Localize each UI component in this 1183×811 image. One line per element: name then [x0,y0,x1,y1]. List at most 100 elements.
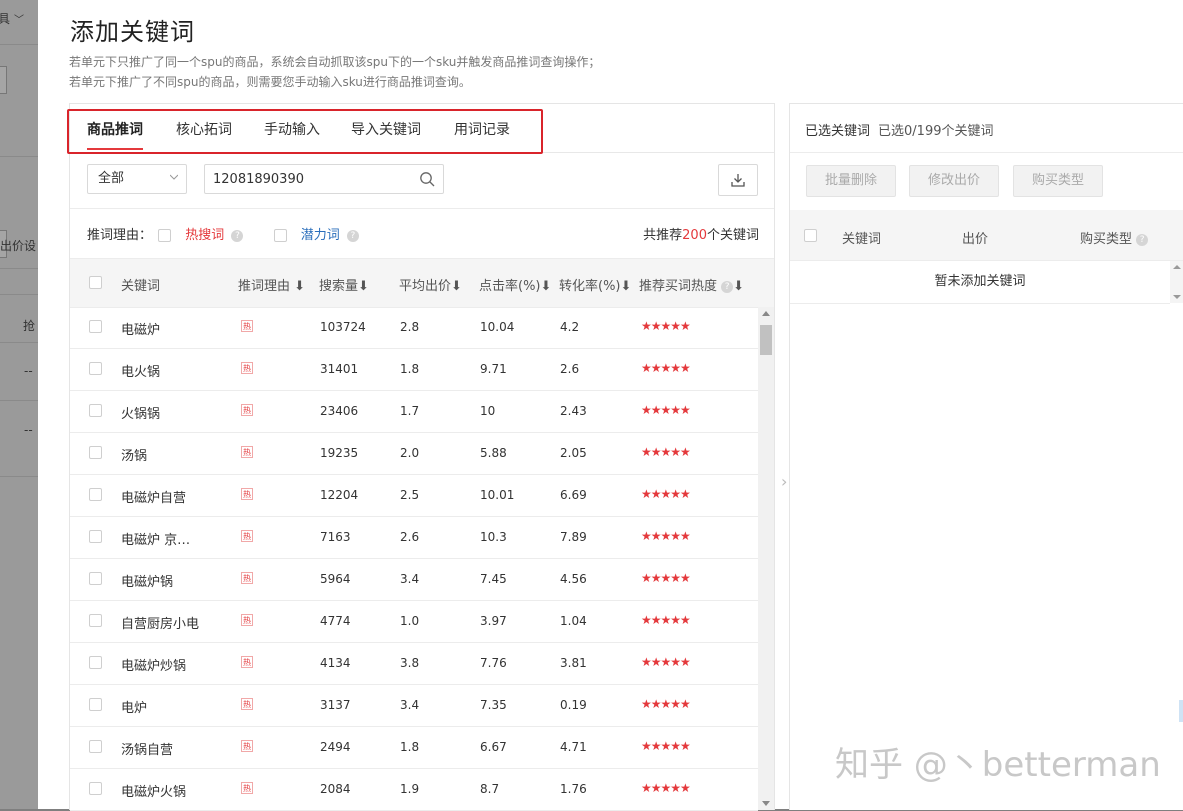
help-icon[interactable]: ? [231,229,244,242]
row-checkbox[interactable] [89,404,102,417]
scrollbar-thumb[interactable] [760,325,772,355]
tab-import-keywords[interactable]: 导入关键词 [351,119,421,139]
col-price-sortable[interactable]: 平均出价⬇ [399,275,462,294]
row-checkbox[interactable] [89,740,102,753]
table-scrollbar[interactable] [758,307,774,810]
row-checkbox[interactable] [89,572,102,585]
reason-label: 推词理由： [87,228,153,243]
row-ctr: 7.45 [480,572,507,586]
help-icon[interactable]: ? [346,229,359,242]
chevron-right-icon[interactable]: › [781,472,787,491]
table-row[interactable]: 自营厨房小电 热 4774 1.0 3.97 1.04 ★★★★★ [70,601,758,643]
selected-title: 已选关键词 [805,124,871,139]
side-float-tab[interactable] [1179,700,1183,722]
selected-count: 已选0/199个关键词 [878,124,994,139]
tab-manual-input[interactable]: 手动输入 [264,119,320,139]
row-checkbox[interactable] [89,656,102,669]
row-checkbox[interactable] [89,530,102,543]
recommend-count: 共推荐200个关键词 [643,224,759,243]
help-icon[interactable]: ? [1136,233,1149,246]
row-cvr: 3.81 [560,656,587,670]
row-checkbox[interactable] [89,320,102,333]
divider [70,208,774,209]
help-icon[interactable]: ? [721,280,734,293]
watermark: 知乎 @丶betterman [835,745,1161,785]
row-search-volume: 103724 [320,320,366,334]
col-search-sortable[interactable]: 搜索量⬇ [319,275,369,294]
col-heat-sortable[interactable]: 推荐买词热度 ? ⬇ [639,275,744,294]
category-select[interactable]: 全部 [87,164,187,194]
batch-delete-button[interactable]: 批量删除 [806,165,896,197]
col-cvr-sortable[interactable]: 转化率(%)⬇ [559,275,631,294]
scroll-down-icon[interactable] [762,801,770,806]
sku-search-input[interactable] [213,165,413,193]
category-select-value: 全部 [98,171,125,186]
col-selected-keyword: 关键词 [842,232,882,247]
table-row[interactable]: 电火锅 热 31401 1.8 9.71 2.6 ★★★★★ [70,349,758,391]
col-reason-label: 推词理由 [238,279,291,294]
hot-badge: 热 [241,740,253,752]
row-ctr: 10.01 [480,488,515,502]
tab-core-expand[interactable]: 核心拓词 [176,119,232,139]
heat-stars: ★★★★★ [641,613,691,627]
table-row[interactable]: 电炉 热 3137 3.4 7.35 0.19 ★★★★★ [70,685,758,727]
row-checkbox[interactable] [89,488,102,501]
row-keyword: 电磁炉火锅 [121,785,187,800]
col-ctr-sortable[interactable]: 点击率(%)⬇ [479,275,551,294]
row-keyword: 汤锅 [121,449,148,464]
hot-badge: 热 [241,446,253,458]
row-search-volume: 31401 [320,362,359,376]
table-row[interactable]: 电磁炉炒锅 热 4134 3.8 7.76 3.81 ★★★★★ [70,643,758,685]
heat-stars: ★★★★★ [641,445,691,459]
selected-panel: 已选关键词 已选0/199个关键词 批量删除 修改出价 购买类型 关键词 出价 购… [789,103,1183,810]
search-icon[interactable] [419,171,435,187]
col-price-label: 平均出价 [399,279,452,294]
table-row[interactable]: 电磁炉火锅 热 2084 1.9 8.7 1.76 ★★★★★ [70,769,758,811]
hot-badge: 热 [241,572,253,584]
table-row[interactable]: 电磁炉自营 热 12204 2.5 10.01 6.69 ★★★★★ [70,475,758,517]
potential-checkbox[interactable] [273,229,287,242]
col-keyword: 关键词 [121,279,161,294]
row-ctr: 7.76 [480,656,507,670]
table-row[interactable]: 汤锅 热 19235 2.0 5.88 2.05 ★★★★★ [70,433,758,475]
sort-down-icon: ⬇ [451,279,462,294]
heat-stars: ★★★★★ [641,487,691,501]
row-checkbox[interactable] [89,614,102,627]
tab-product-recommend[interactable]: 商品推词 [87,119,143,150]
keyword-table-body: 电磁炉热 103724 2.8 10.04 4.2 ★★★★★ 电火锅热 31401 1.8 9.… [70,307,758,811]
row-avg-bid: 1.9 [400,782,420,796]
col-reason-sortable[interactable]: 推词理由 ⬇ [238,275,305,294]
download-button[interactable] [718,164,758,196]
heat-stars: ★★★★★ [641,403,691,417]
table-row[interactable]: 电磁炉 热 103724 2.8 10.04 4.2 ★★★★★ [70,307,758,349]
table-row[interactable]: 电磁炉 京… 热 7163 2.6 10.3 7.89 ★★★★★ [70,517,758,559]
table-row[interactable]: 汤锅自营 热 2494 1.8 6.67 4.71 ★★★★★ [70,727,758,769]
row-checkbox[interactable] [89,446,102,459]
row-avg-bid: 1.0 [400,614,420,628]
scroll-up-icon[interactable] [762,311,770,316]
row-checkbox[interactable] [89,698,102,711]
row-checkbox[interactable] [89,782,102,795]
row-cvr: 4.56 [560,572,587,586]
table-row[interactable]: 电磁炉锅 热 5964 3.4 7.45 4.56 ★★★★★ [70,559,758,601]
scroll-up-icon[interactable] [1173,265,1181,269]
row-ctr: 3.97 [480,614,507,628]
hot-checkbox[interactable] [158,229,172,242]
purchase-type-button[interactable]: 购买类型 [1013,165,1103,197]
table-row[interactable]: 火锅锅 热 23406 1.7 10 2.43 ★★★★★ [70,391,758,433]
select-all-selected-checkbox[interactable] [804,229,817,242]
sort-down-icon: ⬇ [358,279,369,294]
hot-badge: 热 [241,698,253,710]
edit-bid-button[interactable]: 修改出价 [909,165,999,197]
tab-keyword-history[interactable]: 用词记录 [454,119,510,139]
select-all-checkbox[interactable] [89,276,102,289]
row-cvr: 6.69 [560,488,587,502]
modal-title: 添加关键词 [70,18,195,46]
sku-search-box[interactable] [204,164,444,194]
col-selected-bid: 出价 [962,232,989,247]
selected-scrollbar[interactable] [1170,261,1183,303]
modal-description-line1: 若单元下只推广了同一个spu的商品，系统会自动抓取该spu下的一个sku并触发商… [69,55,601,69]
scroll-down-icon[interactable] [1173,295,1181,299]
row-checkbox[interactable] [89,362,102,375]
recommend-number: 200 [682,228,707,243]
